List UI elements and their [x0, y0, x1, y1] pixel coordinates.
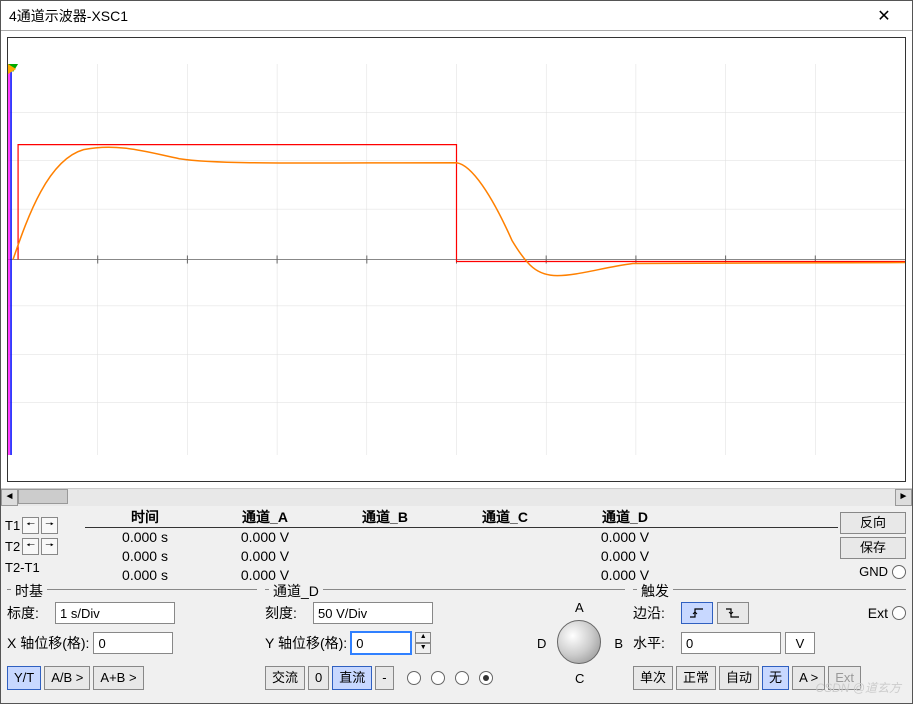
ext-radio[interactable]: [892, 606, 906, 620]
ab-mode-button[interactable]: A/B >: [44, 666, 90, 690]
dc-coupling-button[interactable]: 直流: [332, 666, 372, 690]
col-time: 时间: [85, 508, 205, 527]
t1-right-button[interactable]: 🠖: [41, 517, 58, 534]
dial-b-label: B: [614, 636, 623, 651]
col-chc: 通道_C: [445, 508, 565, 527]
trigger-level-unit[interactable]: [785, 632, 815, 654]
t2-time: 0.000 s: [85, 547, 205, 566]
scroll-right-button[interactable]: ►: [895, 489, 912, 506]
channel-title: 通道_D: [269, 581, 323, 601]
timebase-scale-input[interactable]: [55, 602, 175, 624]
t2-b: [325, 547, 445, 566]
t2-d: 0.000 V: [565, 547, 685, 566]
chan-c-radio[interactable]: [455, 671, 469, 685]
waveform-svg: [8, 38, 905, 481]
dt-time: 0.000 s: [85, 566, 205, 585]
xpos-label: X 轴位移(格):: [7, 633, 89, 653]
trigger-title: 触发: [637, 581, 673, 601]
measurement-table: 时间 通道_A 通道_B 通道_C 通道_D 0.000 s 0.000 V 0…: [85, 508, 838, 585]
close-icon[interactable]: ✕: [864, 6, 904, 26]
dt-b: [325, 566, 445, 585]
chan-b-radio[interactable]: [431, 671, 445, 685]
t1-label: T1: [5, 518, 20, 533]
timebase-title: 时基: [11, 581, 47, 601]
col-cha: 通道_A: [205, 508, 325, 527]
dial-c-label: C: [575, 671, 584, 686]
t1-a: 0.000 V: [205, 528, 325, 547]
scroll-track[interactable]: [18, 489, 895, 506]
minus-coupling-button[interactable]: -: [375, 666, 393, 690]
xpos-input[interactable]: [93, 632, 173, 654]
t1-c: [445, 528, 565, 547]
t2-left-button[interactable]: 🠔: [22, 538, 39, 555]
falling-edge-icon: [725, 607, 741, 619]
scroll-thumb[interactable]: [18, 489, 68, 504]
t2-c: [445, 547, 565, 566]
t2-label: T2: [5, 539, 20, 554]
chan-d-radio[interactable]: [479, 671, 493, 685]
zero-coupling-button[interactable]: 0: [308, 666, 329, 690]
rising-edge-icon: [689, 607, 705, 619]
edge-label: 边沿:: [633, 603, 677, 623]
none-mode-button[interactable]: 无: [762, 666, 789, 690]
aplusb-mode-button[interactable]: A+B >: [93, 666, 143, 690]
ypos-input[interactable]: [351, 632, 411, 654]
gnd-radio[interactable]: [892, 565, 906, 579]
reverse-button[interactable]: 反向: [840, 512, 906, 534]
watermark: CSDN @道玄方: [815, 679, 901, 696]
t1-time: 0.000 s: [85, 528, 205, 547]
t1-d: 0.000 V: [565, 528, 685, 547]
horizontal-scrollbar[interactable]: ◄ ►: [1, 488, 912, 505]
oscilloscope-display[interactable]: [7, 37, 906, 482]
t2t1-label: T2-T1: [5, 560, 40, 575]
ch-scale-label: 刻度:: [265, 603, 309, 623]
level-label: 水平:: [633, 633, 677, 653]
single-mode-button[interactable]: 单次: [633, 666, 673, 690]
t1-left-button[interactable]: 🠔: [22, 517, 39, 534]
ypos-up-button[interactable]: ▲: [415, 632, 431, 643]
dt-c: [445, 566, 565, 585]
scale-label: 标度:: [7, 603, 51, 623]
col-chb: 通道_B: [325, 508, 445, 527]
rising-edge-button[interactable]: [681, 602, 713, 624]
window-title: 4通道示波器-XSC1: [9, 6, 864, 26]
channel-scale-input[interactable]: [313, 602, 433, 624]
ac-coupling-button[interactable]: 交流: [265, 666, 305, 690]
yt-mode-button[interactable]: Y/T: [7, 666, 41, 690]
save-button[interactable]: 保存: [840, 537, 906, 559]
channel-dial[interactable]: A B C D: [535, 598, 625, 688]
dial-d-label: D: [537, 636, 546, 651]
falling-edge-button[interactable]: [717, 602, 749, 624]
gnd-label: GND: [859, 564, 888, 579]
t1-b: [325, 528, 445, 547]
titlebar: 4通道示波器-XSC1 ✕: [1, 1, 912, 31]
trigger-level-input[interactable]: [681, 632, 781, 654]
ypos-label: Y 轴位移(格):: [265, 633, 347, 653]
t2-a: 0.000 V: [205, 547, 325, 566]
col-chd: 通道_D: [565, 508, 685, 527]
ext-label: Ext: [868, 605, 888, 621]
dial-a-label: A: [575, 600, 584, 615]
ypos-down-button[interactable]: ▼: [415, 643, 431, 654]
normal-mode-button[interactable]: 正常: [676, 666, 716, 690]
dial-knob[interactable]: [557, 620, 601, 664]
t2-right-button[interactable]: 🠖: [41, 538, 58, 555]
auto-mode-button[interactable]: 自动: [719, 666, 759, 690]
chan-a-radio[interactable]: [407, 671, 421, 685]
scroll-left-button[interactable]: ◄: [1, 489, 18, 506]
